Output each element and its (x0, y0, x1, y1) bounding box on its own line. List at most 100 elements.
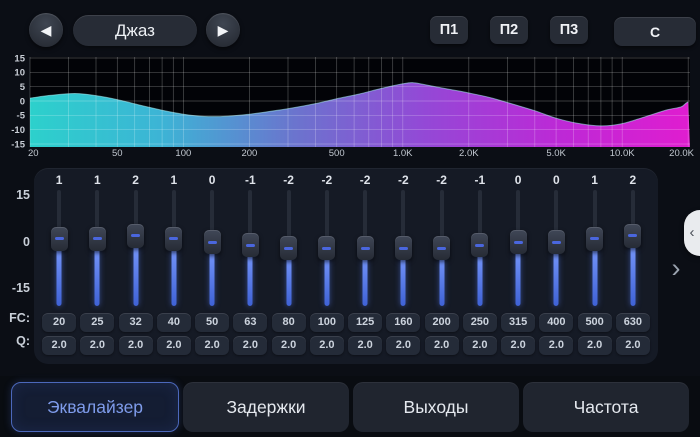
q-value-button[interactable]: 2.0 (348, 336, 382, 355)
fc-value-button[interactable]: 50 (195, 313, 229, 332)
eq-slider-handle[interactable] (624, 224, 641, 248)
fc-value-button[interactable]: 25 (80, 313, 114, 332)
eq-slider-track[interactable] (127, 190, 144, 306)
eq-slider-handle[interactable] (165, 227, 182, 251)
fc-value-button[interactable]: 500 (578, 313, 612, 332)
eq-band: 1 500 2.0 (576, 172, 614, 355)
drawer-handle[interactable]: ‹ (684, 210, 700, 256)
band-gain-value: 0 (553, 172, 560, 188)
q-value-button[interactable]: 2.0 (80, 336, 114, 355)
eq-slider-track[interactable] (433, 190, 450, 306)
eq-slider-track[interactable] (204, 190, 221, 306)
slider-handle-grip (284, 247, 293, 250)
memory-preset-2-button[interactable]: П2 (490, 16, 528, 44)
fc-value-button[interactable]: 160 (386, 313, 420, 332)
next-bands-button[interactable]: › (664, 250, 688, 286)
eq-slider-track[interactable] (357, 190, 374, 306)
reset-button[interactable]: C (614, 17, 696, 46)
eq-slider-handle[interactable] (471, 233, 488, 257)
svg-text:2.0K: 2.0K (459, 148, 479, 159)
svg-text:50: 50 (112, 148, 123, 159)
eq-band: 1252.0 (78, 172, 116, 355)
eq-slider-track[interactable] (165, 190, 182, 306)
eq-slider-track[interactable] (395, 190, 412, 306)
fc-value-button[interactable]: 200 (425, 313, 459, 332)
eq-slider-handle[interactable] (242, 233, 259, 257)
preset-selector[interactable]: Джаз (73, 15, 197, 46)
slider-handle-grip (169, 237, 178, 240)
q-value-button[interactable]: 2.0 (157, 336, 191, 355)
fc-value-button[interactable]: 630 (616, 313, 650, 332)
tab-equalizer-label: Эквалайзер (47, 397, 143, 418)
tab-frequency[interactable]: Частота (523, 382, 689, 432)
memory-preset-1-button[interactable]: П1 (430, 16, 468, 44)
memory-preset-2-label: П2 (500, 22, 519, 38)
q-value-button[interactable]: 2.0 (386, 336, 420, 355)
eq-slider-handle[interactable] (280, 236, 297, 260)
eq-slider-track[interactable] (471, 190, 488, 306)
q-value-button[interactable]: 2.0 (233, 336, 267, 355)
eq-band: -2 200 2.0 (423, 172, 461, 355)
eq-slider-handle[interactable] (433, 236, 450, 260)
eq-slider-track[interactable] (242, 190, 259, 306)
q-value-button[interactable]: 2.0 (616, 336, 650, 355)
eq-slider-track[interactable] (318, 190, 335, 306)
eq-band: -21002.0 (308, 172, 346, 355)
q-value-button[interactable]: 2.0 (463, 336, 497, 355)
fc-value-button[interactable]: 80 (272, 313, 306, 332)
tab-outputs[interactable]: Выходы (353, 382, 519, 432)
fc-value-button[interactable]: 100 (310, 313, 344, 332)
eq-slider-handle[interactable] (204, 230, 221, 254)
eq-slider-track[interactable] (510, 190, 527, 306)
svg-text:-5: -5 (17, 111, 26, 122)
q-value-button[interactable]: 2.0 (425, 336, 459, 355)
eq-slider-handle[interactable] (357, 236, 374, 260)
tab-equalizer[interactable]: Эквалайзер (11, 382, 179, 432)
fc-value-button[interactable]: 315 (501, 313, 535, 332)
fc-value-button[interactable]: 400 (539, 313, 573, 332)
eq-slider-track[interactable] (280, 190, 297, 306)
preset-prev-button[interactable]: ◀ (29, 13, 63, 47)
fc-value-button[interactable]: 40 (157, 313, 191, 332)
eq-slider-handle[interactable] (51, 227, 68, 251)
memory-preset-3-button[interactable]: П3 (550, 16, 588, 44)
preset-next-button[interactable]: ▶ (206, 13, 240, 47)
tab-delays[interactable]: Задержки (183, 382, 349, 432)
tab-delays-label: Задержки (226, 397, 305, 418)
q-value-button[interactable]: 2.0 (195, 336, 229, 355)
fc-value-button[interactable]: 250 (463, 313, 497, 332)
band-gain-value: 1 (591, 172, 598, 188)
eq-slider-handle[interactable] (510, 230, 527, 254)
eq-slider-handle[interactable] (586, 227, 603, 251)
band-gain-value: -2 (398, 172, 409, 188)
slider-handle-grip (590, 237, 599, 240)
fc-row-label: FC: (2, 311, 30, 325)
q-value-button[interactable]: 2.0 (42, 336, 76, 355)
eq-slider-handle[interactable] (127, 224, 144, 248)
eq-slider-track[interactable] (624, 190, 641, 306)
tab-frequency-label: Частота (574, 397, 639, 418)
eq-slider-handle[interactable] (89, 227, 106, 251)
eq-slider-track[interactable] (89, 190, 106, 306)
fc-value-button[interactable]: 32 (119, 313, 153, 332)
eq-slider-handle[interactable] (318, 236, 335, 260)
q-value-button[interactable]: 2.0 (539, 336, 573, 355)
svg-text:0: 0 (20, 96, 25, 107)
fc-value-button[interactable]: 63 (233, 313, 267, 332)
eq-slider-track[interactable] (51, 190, 68, 306)
q-value-button[interactable]: 2.0 (501, 336, 535, 355)
eq-slider-handle[interactable] (548, 230, 565, 254)
eq-slider-handle[interactable] (395, 236, 412, 260)
svg-text:15: 15 (14, 53, 25, 64)
band-gain-value: -2 (436, 172, 447, 188)
chevron-left-icon: ‹ (690, 224, 695, 241)
q-value-button[interactable]: 2.0 (310, 336, 344, 355)
fc-value-button[interactable]: 20 (42, 313, 76, 332)
fc-value-button[interactable]: 125 (348, 313, 382, 332)
eq-slider-track[interactable] (548, 190, 565, 306)
q-value-button[interactable]: 2.0 (119, 336, 153, 355)
q-value-button[interactable]: 2.0 (578, 336, 612, 355)
eq-band: -12502.0 (461, 172, 499, 355)
eq-slider-track[interactable] (586, 190, 603, 306)
q-value-button[interactable]: 2.0 (272, 336, 306, 355)
